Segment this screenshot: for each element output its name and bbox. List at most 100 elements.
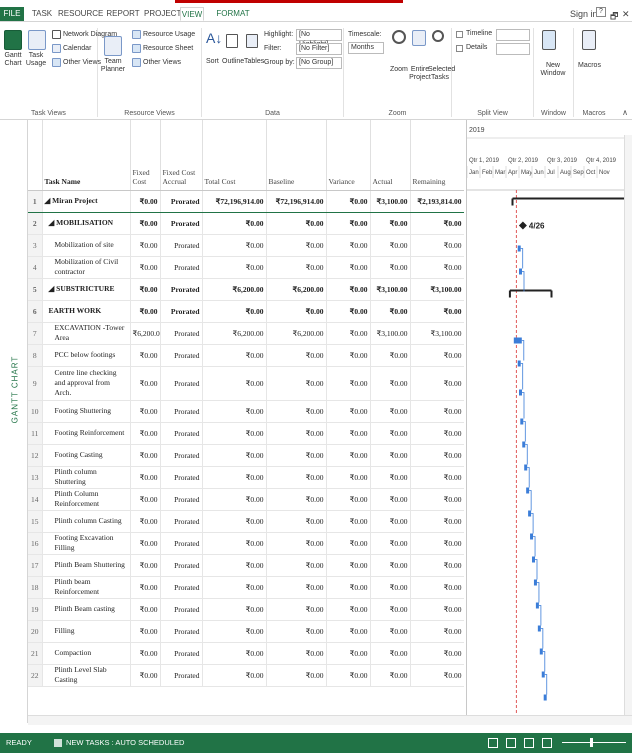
variance-cell[interactable]: ₹0.00 — [326, 234, 371, 257]
variance-cell[interactable]: ₹0.00 — [326, 400, 371, 423]
remaining-cell[interactable]: ₹0.00 — [410, 642, 464, 665]
baseline-cell[interactable]: ₹0.00 — [266, 642, 327, 665]
remaining-cell[interactable]: ₹0.00 — [410, 300, 464, 323]
selected-tasks-button[interactable]: Selected Tasks — [428, 66, 455, 82]
remaining-cell[interactable]: ₹0.00 — [410, 488, 464, 511]
status-task-mode[interactable]: NEW TASKS : AUTO SCHEDULED — [66, 733, 184, 753]
row-id[interactable]: 7 — [28, 322, 43, 345]
zoom-slider[interactable] — [562, 742, 626, 743]
task-name-cell[interactable]: Footing Casting — [42, 444, 131, 467]
variance-cell[interactable]: ₹0.00 — [326, 642, 371, 665]
total-cost-cell[interactable]: ₹0.00 — [202, 466, 267, 489]
row-id[interactable]: 18 — [28, 576, 43, 599]
table-row[interactable]: 15 Plinth column Casting ₹0.00 Prorated ₹0.0… — [28, 510, 464, 533]
accrual-cell[interactable]: Prorated — [160, 212, 203, 235]
accrual-cell[interactable]: Prorated — [160, 576, 203, 599]
row-id[interactable]: 9 — [28, 366, 43, 401]
remaining-cell[interactable]: ₹0.00 — [410, 576, 464, 599]
accrual-cell[interactable]: Prorated — [160, 422, 203, 445]
remaining-cell[interactable]: ₹3,100.00 — [410, 278, 464, 301]
highlight-dropdown[interactable]: [No Highlight] — [296, 29, 342, 48]
details-checkbox[interactable] — [456, 45, 463, 52]
resource-sheet-button[interactable]: Resource Sheet — [143, 45, 193, 52]
resource-sheet-view-icon[interactable] — [542, 738, 552, 748]
gantt-chart-icon[interactable] — [4, 30, 22, 50]
row-id[interactable]: 20 — [28, 620, 43, 643]
fixed-cost-cell[interactable]: ₹0.00 — [130, 256, 161, 279]
row-id[interactable]: 12 — [28, 444, 43, 467]
actual-cell[interactable]: ₹3,100.00 — [370, 189, 411, 213]
other-views-button[interactable]: Other Views — [63, 59, 101, 66]
total-cost-cell[interactable]: ₹0.00 — [202, 366, 267, 401]
remaining-cell[interactable]: ₹0.00 — [410, 466, 464, 489]
row-id[interactable]: 10 — [28, 400, 43, 423]
row-id[interactable]: 2 — [28, 212, 43, 235]
table-row[interactable]: 7EXCAVATION -Tower Area₹6,200.00Prorated… — [28, 322, 464, 345]
actual-cell[interactable]: ₹3,100.00 — [370, 278, 411, 301]
table-row[interactable]: 6 EARTH WORK ₹0.00 Prorated ₹0.00 ₹0.00 ₹0.00 ₹… — [28, 300, 464, 323]
table-row[interactable]: 3 Mobilization of site ₹0.00 Prorated ₹0.00 ₹… — [28, 234, 464, 257]
fixed-cost-cell[interactable]: ₹0.00 — [130, 189, 161, 213]
accrual-cell[interactable]: Prorated — [160, 554, 203, 577]
actual-cell[interactable]: ₹0.00 — [370, 256, 411, 279]
task-name-cell[interactable]: Plinth Column Reinforcement — [42, 488, 131, 511]
remaining-cell[interactable]: ₹0.00 — [410, 422, 464, 445]
table-row[interactable]: 5 ◢ SUBSTRICTURE ₹0.00 Prorated ₹6,200.00 ₹6,… — [28, 278, 464, 301]
filter-dropdown[interactable]: [No Filter] — [296, 43, 342, 55]
horizontal-scrollbar[interactable] — [28, 715, 632, 725]
outline-button[interactable]: Outline — [222, 58, 244, 65]
actual-cell[interactable]: ₹0.00 — [370, 344, 411, 367]
fixed-cost-cell[interactable]: ₹0.00 — [130, 642, 161, 665]
tab-view[interactable]: VIEW — [180, 7, 204, 21]
tab-task[interactable]: TASK — [30, 7, 54, 21]
actual-cell[interactable]: ₹0.00 — [370, 554, 411, 577]
group-by-dropdown[interactable]: [No Group] — [296, 57, 342, 69]
baseline-cell[interactable]: ₹0.00 — [266, 554, 327, 577]
task-name-cell[interactable]: ◢ MOBILISATION — [42, 212, 131, 235]
table-row[interactable]: 16 Footing Excavation Filling ₹0.00 Prorate… — [28, 532, 464, 555]
fixed-cost-cell[interactable]: ₹0.00 — [130, 366, 161, 401]
variance-cell[interactable]: ₹0.00 — [326, 422, 371, 445]
baseline-cell[interactable]: ₹0.00 — [266, 366, 327, 401]
row-id[interactable]: 6 — [28, 300, 43, 323]
variance-cell[interactable]: ₹0.00 — [326, 344, 371, 367]
actual-cell[interactable]: ₹0.00 — [370, 620, 411, 643]
accrual-cell[interactable]: Prorated — [160, 620, 203, 643]
total-cost-cell[interactable]: ₹0.00 — [202, 620, 267, 643]
task-name-cell[interactable]: Plinth Level Slab Casting — [42, 664, 131, 687]
accrual-cell[interactable]: Prorated — [160, 189, 203, 213]
task-name-cell[interactable]: Compaction — [42, 642, 131, 665]
task-name-cell[interactable]: EXCAVATION -Tower Area — [42, 322, 131, 345]
macros-icon[interactable] — [582, 30, 596, 50]
task-name-cell[interactable]: Plinth column Casting — [42, 510, 131, 533]
variance-cell[interactable]: ₹0.00 — [326, 554, 371, 577]
close-icon[interactable]: ✕ — [622, 9, 630, 20]
actual-cell[interactable]: ₹0.00 — [370, 598, 411, 621]
total-cost-cell[interactable]: ₹0.00 — [202, 422, 267, 445]
accrual-cell[interactable]: Prorated — [160, 510, 203, 533]
task-name-cell[interactable]: Plinth column Shuttering — [42, 466, 131, 489]
row-id[interactable]: 13 — [28, 466, 43, 489]
remaining-cell[interactable]: ₹0.00 — [410, 554, 464, 577]
table-row[interactable]: 14 Plinth Column Reinforcement ₹0.00 Prorat… — [28, 488, 464, 511]
calendar-button[interactable]: Calendar — [63, 45, 91, 52]
remaining-cell[interactable]: ₹0.00 — [410, 444, 464, 467]
baseline-cell[interactable]: ₹0.00 — [266, 532, 327, 555]
task-name-cell[interactable]: ◢ Miran Project — [42, 189, 131, 213]
row-id[interactable]: 3 — [28, 234, 43, 257]
total-cost-cell[interactable]: ₹0.00 — [202, 576, 267, 599]
baseline-cell[interactable]: ₹0.00 — [266, 488, 327, 511]
task-name-cell[interactable]: ◢ SUBSTRICTURE — [42, 278, 131, 301]
fixed-cost-cell[interactable]: ₹0.00 — [130, 466, 161, 489]
task-name-cell[interactable]: Plinth Beam Shuttering — [42, 554, 131, 577]
team-planner-view-icon[interactable] — [524, 738, 534, 748]
baseline-cell[interactable]: ₹0.00 — [266, 234, 327, 257]
help-icon[interactable]: ? — [596, 7, 606, 17]
task-usage-view-icon[interactable] — [506, 738, 516, 748]
fixed-cost-cell[interactable]: ₹0.00 — [130, 554, 161, 577]
row-id[interactable]: 1 — [28, 189, 43, 213]
row-id[interactable]: 19 — [28, 598, 43, 621]
fixed-cost-cell[interactable]: ₹0.00 — [130, 576, 161, 599]
gantt-view-icon[interactable] — [488, 738, 498, 748]
row-id[interactable]: 22 — [28, 664, 43, 687]
